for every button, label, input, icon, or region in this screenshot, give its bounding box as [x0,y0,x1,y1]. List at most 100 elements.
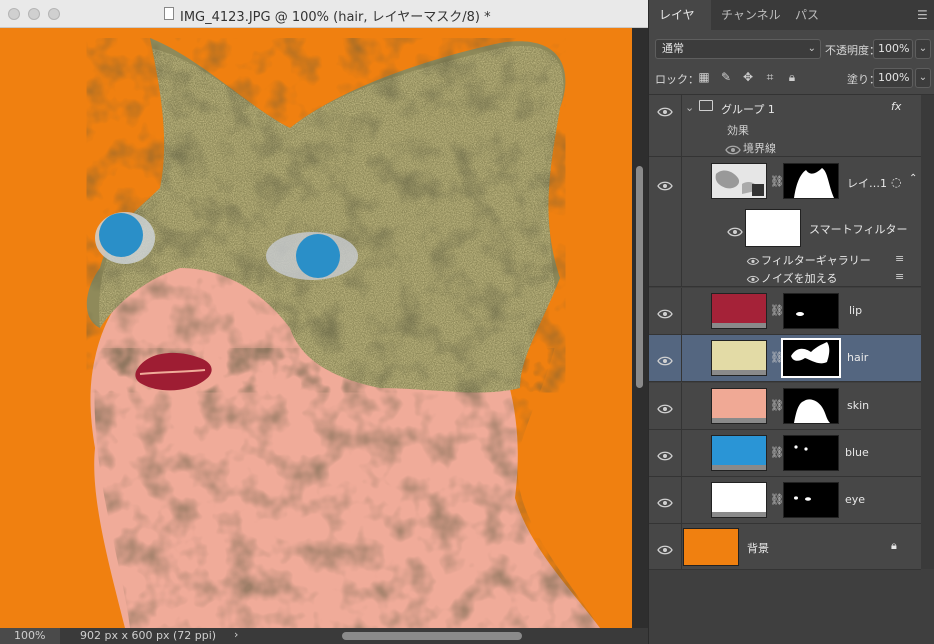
canvas-vertical-scrollbar[interactable] [632,28,648,628]
minimize-window-button[interactable] [28,8,40,20]
visibility-eye-icon[interactable] [657,305,673,319]
fill-thumbnail[interactable] [711,435,767,471]
visibility-eye-icon[interactable] [657,447,673,461]
smart-filters-label: スマートフィルター [809,223,908,236]
visibility-eye-icon[interactable] [657,352,673,366]
layer-smart-object[interactable]: ⛓︎ レイ…1 ◌ ⌃ スマートフィルター フィルターギャラリー ≡ ノイズを加… [649,157,921,287]
collapse-chevron-icon[interactable]: ⌄ [685,101,694,114]
document-title: IMG_4123.JPG @ 100% (hair, レイヤーマスク/8) * [180,10,491,25]
visibility-eye-icon[interactable] [657,177,673,191]
layer-background[interactable]: 背景 🔒︎ [649,524,921,570]
lock-row: ロック： ▦ ✎ ✥ ⌗ 🔒︎ 塗り： 100% ⌄ [649,66,934,90]
smart-filters-mask-thumbnail[interactable] [745,209,801,247]
layer-name[interactable]: eye [845,493,865,506]
layer-blue[interactable]: ⛓︎ blue [649,430,921,477]
background-thumbnail[interactable] [683,528,739,566]
smart-thumb-art [715,170,764,196]
vertical-scroll-thumb[interactable] [636,166,643,388]
layer-group-1[interactable]: ⌄ グループ 1 fx 効果 境界線 [649,95,921,157]
add-noise-eye-icon[interactable] [746,272,760,283]
link-chain-icon[interactable]: ⛓︎ [770,399,784,413]
blend-mode-select[interactable]: 通常 ⌄ [655,39,821,59]
lock-all-icon[interactable]: 🔒︎ [785,70,799,84]
layer-name[interactable]: 背景 [747,540,769,556]
layer-name[interactable]: skin [847,399,869,412]
fx-icon[interactable]: fx [891,100,901,113]
filter-gallery-eye-icon[interactable] [746,254,760,265]
lock-label: ロック： [655,73,699,86]
tab-channels[interactable]: チャンネル [711,0,791,30]
group-name[interactable]: グループ 1 [721,101,775,117]
smart-object-mask[interactable] [783,163,839,199]
layer-eye[interactable]: ⛓︎ eye [649,477,921,524]
smart-filters-eye-icon[interactable] [727,223,743,237]
document-window: IMG_4123.JPG @ 100% (hair, レイヤーマスク/8) * [0,0,648,644]
opacity-field[interactable]: 100% [873,39,913,59]
layers-scrollbar[interactable] [921,95,934,569]
opacity-label: 不透明度： [825,44,880,57]
fill-thumbnail[interactable] [711,340,767,376]
visibility-eye-icon[interactable] [657,541,673,555]
add-noise-label[interactable]: ノイズを加える [761,270,837,286]
layer-lip[interactable]: ⛓︎ lip [649,288,921,335]
layer-mask-thumbnail[interactable] [783,388,839,424]
row-divider [681,288,682,334]
panel-menu-icon[interactable]: ☰ [917,9,929,21]
layer-name[interactable]: lip [849,304,862,317]
filter-options-icon[interactable]: ≡ [895,252,904,265]
visibility-eye-icon[interactable] [657,103,673,117]
opacity-chevron-icon[interactable]: ⌄ [915,39,931,59]
tab-paths[interactable]: パス [785,0,829,30]
visibility-eye-icon[interactable] [657,400,673,414]
fill-thumb-bar [712,323,766,328]
blend-mode-value: 通常 [662,42,684,55]
filter-options-icon[interactable]: ≡ [895,270,904,283]
fill-field[interactable]: 100% [873,68,913,88]
layer-hair[interactable]: ⛓︎ hair [649,335,921,382]
lock-image-pixels-icon[interactable]: ✎ [719,70,733,84]
visibility-eye-icon[interactable] [657,494,673,508]
smart-object-thumbnail[interactable] [711,163,767,199]
layer-mask-thumbnail[interactable] [783,293,839,329]
panel-tabs: レイヤー チャンネル パス ☰ [649,0,934,52]
fill-thumbnail[interactable] [711,482,767,518]
fill-chevron-icon[interactable]: ⌄ [915,68,931,88]
hair-mask-art [791,342,830,364]
row-divider [681,95,682,156]
layer-name[interactable]: hair [847,351,868,364]
document-info: 902 px x 600 px (72 ppi) [80,629,217,642]
status-menu-arrow[interactable]: › [234,628,238,641]
layer-skin[interactable]: ⛓︎ skin [649,383,921,430]
fill-thumbnail[interactable] [711,293,767,329]
tab-layers[interactable]: レイヤー [649,0,711,52]
fill-thumbnail[interactable] [711,388,767,424]
zoom-window-button[interactable] [48,8,60,20]
link-chain-icon[interactable]: ⛓︎ [770,304,784,318]
layer-mask-thumbnail[interactable] [783,482,839,518]
chevron-up-icon[interactable]: ⌃ [909,173,917,184]
link-chain-icon[interactable]: ⛓︎ [770,351,784,365]
stroke-eye-icon[interactable] [725,141,741,155]
layer-mask-thumbnail[interactable] [781,338,841,378]
eye-blue-left [99,213,143,257]
link-chain-icon[interactable]: ⛓︎ [770,446,784,460]
app-root: IMG_4123.JPG @ 100% (hair, レイヤーマスク/8) * [0,0,934,644]
image-canvas[interactable] [0,28,632,628]
close-window-button[interactable] [8,8,20,20]
link-chain-icon[interactable]: ⛓︎ [770,175,784,189]
cat-artwork [86,38,600,628]
filter-gallery-label[interactable]: フィルターギャラリー [761,252,871,268]
lock-artboard-icon[interactable]: ⌗ [763,70,777,84]
skin-mask-art [794,399,830,423]
folder-icon [699,100,713,111]
lock-transparent-pixels-icon[interactable]: ▦ [697,70,711,84]
lock-position-icon[interactable]: ✥ [741,70,755,84]
layer-mask-thumbnail[interactable] [783,435,839,471]
zoom-level-field[interactable]: 100% [0,628,60,644]
document-file-icon [164,7,174,20]
smart-layer-name[interactable]: レイ…1 [847,175,887,191]
row-divider [681,335,682,381]
layer-name[interactable]: blue [845,446,869,459]
horizontal-scroll-thumb[interactable] [342,632,522,640]
link-chain-icon[interactable]: ⛓︎ [770,493,784,507]
